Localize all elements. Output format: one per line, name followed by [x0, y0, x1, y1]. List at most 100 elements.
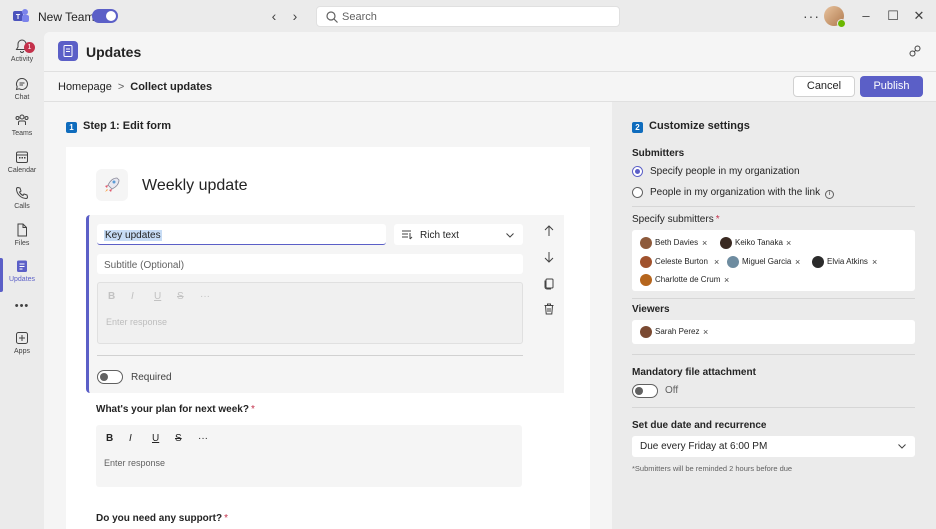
required-star: *: [224, 513, 229, 524]
attachment-toggle[interactable]: [632, 384, 658, 398]
link-icon[interactable]: [908, 44, 922, 58]
more-format-icon[interactable]: ···: [198, 433, 221, 444]
person-name: Beth Davies: [655, 238, 699, 247]
rail-item-activity[interactable]: 1 Activity: [0, 38, 44, 74]
phone-icon: [15, 186, 29, 200]
person-chip: Celeste Burton ×: [640, 255, 720, 269]
search-input[interactable]: Search: [316, 6, 620, 27]
rocket-icon[interactable]: [96, 169, 128, 201]
person-chip: Miguel Garcia ×: [727, 255, 807, 269]
required-star: *: [715, 214, 720, 225]
viewers-label: Viewers: [632, 304, 670, 315]
user-avatar[interactable]: [824, 6, 846, 28]
format-toolbar-disabled: B I U S ···: [108, 291, 223, 302]
new-teams-toggle[interactable]: [92, 9, 118, 23]
due-date-select[interactable]: Due every Friday at 6:00 PM: [632, 436, 915, 457]
rail-more-icon[interactable]: •••: [0, 300, 44, 314]
maximize-icon[interactable]: ☐: [885, 8, 901, 24]
chat-icon: [15, 77, 28, 91]
avatar: [640, 326, 652, 338]
question3-label[interactable]: Do you need any support? *: [96, 513, 228, 524]
remove-icon[interactable]: ×: [703, 325, 708, 339]
more-options-icon[interactable]: ···: [803, 8, 820, 24]
form-title[interactable]: Weekly update: [142, 177, 248, 195]
radio-people-with-link-label[interactable]: People in my organization with the link i: [650, 187, 835, 199]
breadcrumb-home[interactable]: Homepage: [58, 81, 112, 93]
avatar: [640, 274, 652, 286]
rail-item-teams[interactable]: Teams: [0, 112, 44, 148]
radio-specify-people-label[interactable]: Specify people in my organization: [650, 166, 800, 177]
viewers-picker[interactable]: Sarah Perez ×: [632, 320, 915, 344]
move-down-icon[interactable]: [542, 250, 556, 264]
breadcrumb-separator: >: [117, 81, 125, 93]
rail-label: Calls: [14, 203, 30, 210]
bold-icon[interactable]: B: [106, 433, 129, 444]
underline-icon: U: [154, 291, 162, 302]
avatar: [720, 237, 732, 249]
question-type-select[interactable]: Rich text: [394, 224, 523, 245]
remove-icon[interactable]: ×: [872, 255, 877, 269]
move-up-icon[interactable]: [542, 224, 556, 238]
rail-item-calls[interactable]: Calls: [0, 185, 44, 221]
italic-icon: I: [131, 291, 134, 302]
underline-icon[interactable]: U: [152, 433, 175, 444]
rail-label: Activity: [10, 56, 34, 63]
submitters-label: Submitters: [632, 148, 685, 159]
rail-label: Chat: [14, 94, 30, 101]
calendar-icon: [16, 151, 28, 163]
rail-item-files[interactable]: Files: [0, 222, 44, 258]
updates-app-icon: [58, 41, 78, 61]
person-name: Elvia Atkins: [827, 257, 868, 266]
delete-icon[interactable]: [542, 302, 556, 316]
remove-icon[interactable]: ×: [714, 255, 719, 269]
strikethrough-icon: S: [177, 291, 184, 302]
divider: [632, 354, 915, 355]
remove-icon[interactable]: ×: [724, 273, 729, 287]
info-icon[interactable]: i: [825, 190, 835, 199]
question-title-input[interactable]: Key updates: [97, 224, 386, 245]
settings-panel: 2 Customize settings Submitters Specify p…: [612, 102, 936, 529]
close-icon[interactable]: ✕: [911, 8, 927, 24]
minimize-icon[interactable]: –: [858, 8, 874, 24]
rail-item-updates[interactable]: Updates: [0, 258, 44, 294]
radio-specify-people[interactable]: [632, 166, 643, 177]
rail-item-calendar[interactable]: Calendar: [0, 149, 44, 185]
response-placeholder: Enter response: [104, 458, 166, 468]
search-placeholder: Search: [342, 11, 377, 23]
question3-text: Do you need any support?: [96, 513, 223, 524]
question2-label[interactable]: What's your plan for next week? *: [96, 404, 255, 415]
subtitle-input[interactable]: Subtitle (Optional): [97, 254, 523, 274]
rail-item-chat[interactable]: Chat: [0, 76, 44, 112]
submitters-picker[interactable]: Beth Davies × Keiko Tanaka × Celeste Burto…: [632, 230, 915, 291]
avatar: [812, 256, 824, 268]
publish-button[interactable]: Publish: [860, 76, 923, 97]
apps-add-icon: [16, 332, 28, 344]
person-chip: Beth Davies ×: [640, 236, 708, 250]
question-tools: [534, 215, 564, 393]
radio-people-with-link[interactable]: [632, 187, 643, 198]
remove-icon[interactable]: ×: [786, 236, 791, 250]
question2-text: What's your plan for next week?: [96, 404, 249, 415]
person-chip: Sarah Perez ×: [640, 325, 712, 339]
italic-icon[interactable]: I: [129, 433, 152, 444]
remove-icon[interactable]: ×: [795, 255, 800, 269]
search-icon: [326, 11, 338, 23]
avatar: [727, 256, 739, 268]
avatar: [640, 256, 652, 268]
cancel-button[interactable]: Cancel: [793, 76, 855, 97]
subtitle-placeholder: Subtitle (Optional): [104, 260, 185, 271]
person-name: Keiko Tanaka: [735, 238, 783, 247]
strikethrough-icon[interactable]: S: [175, 433, 198, 444]
back-arrow-icon[interactable]: ‹: [266, 8, 282, 24]
question2-response[interactable]: B I U S ··· Enter response: [96, 425, 522, 487]
copy-icon[interactable]: [542, 276, 556, 290]
forward-arrow-icon[interactable]: ›: [287, 8, 303, 24]
svg-text:T: T: [16, 14, 21, 21]
response-placeholder: Enter response: [106, 317, 168, 327]
person-chip: Keiko Tanaka ×: [720, 236, 792, 250]
specify-submitters-label: Specify submitters *: [632, 214, 720, 225]
required-toggle[interactable]: [97, 370, 123, 384]
chevron-down-icon: [898, 444, 906, 449]
remove-icon[interactable]: ×: [702, 236, 707, 250]
rail-item-apps[interactable]: Apps: [0, 330, 44, 366]
